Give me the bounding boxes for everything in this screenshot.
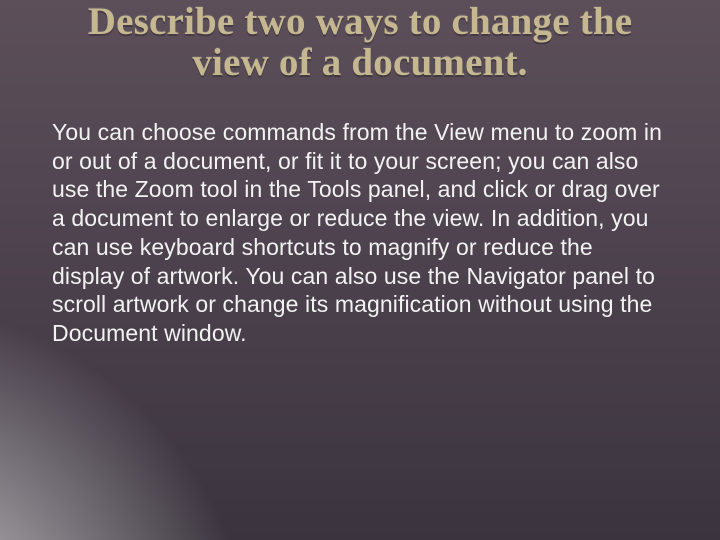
- slide-title: Describe two ways to change the view of …: [52, 0, 668, 84]
- slide-body-text: You can choose commands from the View me…: [52, 118, 662, 348]
- slide: Describe two ways to change the view of …: [0, 0, 720, 540]
